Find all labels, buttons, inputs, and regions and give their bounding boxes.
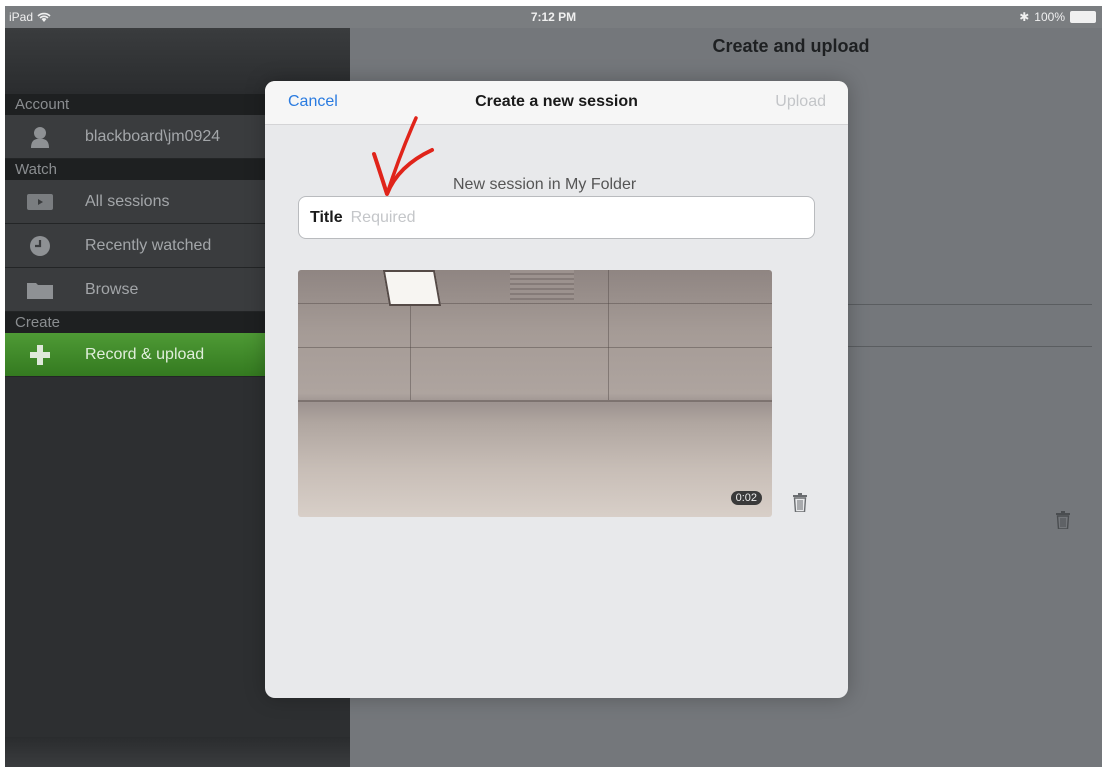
sidebar-footer <box>5 737 350 767</box>
bluetooth-icon: ✱ <box>1019 10 1030 24</box>
folder-icon <box>27 279 53 301</box>
red-checkmark-annotation <box>372 116 434 196</box>
battery-percent: 100% <box>1034 10 1065 24</box>
trash-icon[interactable] <box>1056 511 1070 534</box>
ceiling-grid-line <box>298 400 772 402</box>
sidebar-item-label: blackboard\jm0924 <box>85 127 221 145</box>
ipad-screen: iPad 7:12 PM ✱ 100% Account blackboard\j… <box>5 6 1102 767</box>
clock-icon <box>27 235 53 257</box>
create-session-dialog: Cancel Create a new session Upload New s… <box>265 81 848 698</box>
sidebar-item-label: Recently watched <box>85 236 212 254</box>
ceiling-grid-line <box>608 270 609 400</box>
folder-subtitle: New session in My Folder <box>453 176 637 193</box>
upload-button[interactable]: Upload <box>775 93 826 111</box>
ceiling-grid-line <box>410 303 411 400</box>
sidebar-item-label: Browse <box>85 280 139 298</box>
delete-video-trash-icon[interactable] <box>793 493 807 517</box>
video-duration-badge: 0:02 <box>730 491 762 505</box>
title-input[interactable] <box>348 207 773 228</box>
ceiling-vent <box>510 270 574 300</box>
video-icon <box>27 191 53 213</box>
sidebar-item-label: Record & upload <box>85 345 205 363</box>
status-time: 7:12 PM <box>530 10 577 24</box>
status-bar: iPad 7:12 PM ✱ 100% <box>5 6 1102 28</box>
ceiling-light <box>382 270 442 306</box>
page-title: Create and upload <box>712 36 870 56</box>
divider <box>848 346 1092 347</box>
dialog-title: Create a new session <box>475 93 638 110</box>
dialog-header: Cancel Create a new session Upload <box>265 81 848 125</box>
ceiling-grid-line <box>298 347 772 348</box>
sidebar-item-label: All sessions <box>85 192 170 210</box>
divider <box>848 304 1092 305</box>
battery-icon <box>1070 11 1096 23</box>
user-icon <box>27 126 53 148</box>
plus-icon <box>27 344 53 366</box>
title-field-label: Title <box>310 208 343 226</box>
video-thumbnail[interactable]: 0:02 <box>298 270 772 517</box>
ceiling-grid-line <box>298 303 772 304</box>
